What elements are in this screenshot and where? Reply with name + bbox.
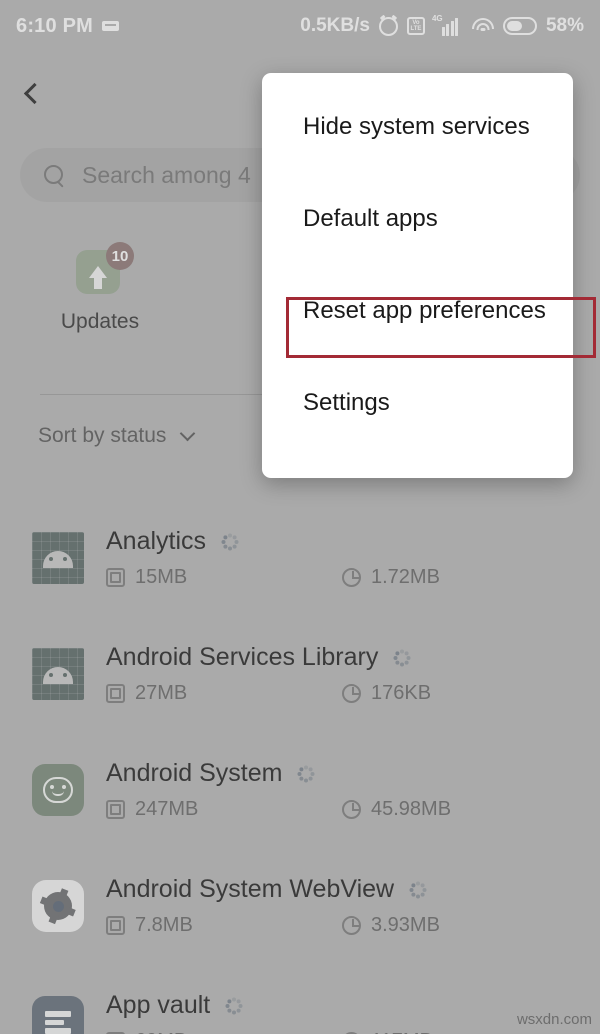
app-data-label: 117MB: [371, 1030, 433, 1034]
sort-label: Sort by status: [38, 424, 167, 447]
ram-chip-icon: [106, 568, 125, 587]
app-info: Android System WebView 7.8MB 3.93MB: [106, 875, 600, 937]
back-chevron-icon: [23, 82, 45, 104]
search-placeholder: Search among 4: [82, 161, 251, 188]
watermark: wsxdn.com: [516, 1011, 592, 1028]
app-icon-android-grid: [32, 648, 84, 700]
app-info: Analytics 15MB 1.72MB: [106, 527, 600, 589]
chevron-down-icon: [180, 425, 196, 442]
alarm-icon: [378, 16, 398, 36]
app-data-label: 176KB: [371, 682, 432, 704]
app-name-row: Android Services Library: [106, 643, 600, 672]
back-button[interactable]: [0, 62, 62, 124]
app-stats: 15MB 1.72MB: [106, 566, 600, 589]
app-data-stat: 176KB: [342, 682, 431, 705]
app-info: Android Services Library 27MB 176KB: [106, 643, 600, 705]
app-name: Android System WebView: [106, 875, 395, 903]
app-ram-stat: 27MB: [106, 682, 342, 705]
table-row[interactable]: Android System 247MB 45.98MB: [0, 732, 600, 848]
loading-spinner-icon: [224, 996, 243, 1015]
phone-screen: 6:10 PM 0.5KB/s Vo LTE 4G 58% Search amo…: [0, 0, 600, 1034]
table-row[interactable]: Analytics 15MB 1.72MB: [0, 500, 600, 616]
data-usage-icon: [342, 568, 361, 587]
app-ram-label: 69MB: [135, 1030, 187, 1034]
data-usage-icon: [342, 684, 361, 703]
status-bar-right: 0.5KB/s Vo LTE 4G 58%: [300, 13, 584, 37]
data-usage-icon: [342, 800, 361, 819]
status-clock: 6:10 PM: [16, 14, 93, 37]
app-stats: 27MB 176KB: [106, 682, 600, 705]
volte-icon: Vo LTE: [406, 17, 425, 35]
data-usage-icon: [342, 916, 361, 935]
volte-icon-bottom: LTE: [410, 26, 422, 32]
battery-icon: [502, 17, 537, 35]
app-icon-android-system: [32, 764, 84, 816]
status-bar-left: 6:10 PM: [16, 15, 119, 38]
network-speed-label: 0.5KB/s: [300, 15, 370, 36]
app-ram-label: 7.8MB: [135, 914, 193, 936]
updates-badge: 10: [106, 242, 134, 270]
gear-icon: [44, 892, 72, 920]
menu-item-reset-app-preferences[interactable]: Reset app preferences: [262, 265, 573, 357]
battery-percent-label: 58%: [545, 15, 584, 36]
app-name-row: Android System WebView: [106, 875, 600, 904]
status-bar: 6:10 PM 0.5KB/s Vo LTE 4G 58%: [0, 0, 600, 52]
overflow-menu: Hide system services Default apps Reset …: [262, 73, 573, 478]
app-icon-android-grid: [32, 532, 84, 584]
app-name: Android Services Library: [106, 643, 379, 671]
app-name-row: Android System: [106, 759, 600, 788]
menu-item-settings[interactable]: Settings: [262, 357, 573, 449]
app-list: Analytics 15MB 1.72MB Android Services L…: [0, 500, 600, 1034]
table-row[interactable]: App vault 69MB 117MB: [0, 964, 600, 1034]
app-name: App vault: [106, 991, 211, 1019]
quick-action-updates-label: Updates: [60, 310, 140, 333]
search-icon: [44, 165, 64, 185]
app-icon-webview-gear: [32, 880, 84, 932]
app-ram-label: 15MB: [135, 566, 188, 588]
app-ram-stat: 69MB: [106, 1030, 342, 1034]
app-info: Android System 247MB 45.98MB: [106, 759, 600, 821]
sort-selector[interactable]: Sort by status: [38, 424, 196, 448]
app-ram-stat: 247MB: [106, 798, 342, 821]
updates-icon-wrap: 10: [76, 242, 134, 298]
app-name: Android System: [106, 759, 283, 787]
app-name-row: Analytics: [106, 527, 600, 556]
app-data-label: 45.98MB: [371, 798, 452, 820]
app-data-label: 1.72MB: [371, 566, 440, 588]
menu-item-default-apps[interactable]: Default apps: [262, 173, 573, 265]
app-stats: 69MB 117MB: [106, 1030, 600, 1034]
message-icon: [102, 21, 119, 31]
app-icon-app-vault: [32, 996, 84, 1034]
app-ram-stat: 7.8MB: [106, 914, 342, 937]
network-type-label: 4G: [431, 13, 443, 23]
app-ram-label: 27MB: [135, 682, 188, 704]
app-data-label: 3.93MB: [371, 914, 440, 936]
app-data-stat: 3.93MB: [342, 914, 440, 937]
loading-spinner-icon: [392, 648, 411, 667]
ram-chip-icon: [106, 684, 125, 703]
app-data-stat: 117MB: [342, 1030, 433, 1034]
wifi-icon: [471, 17, 494, 35]
quick-action-updates[interactable]: 10 Updates: [0, 242, 200, 360]
app-stats: 7.8MB 3.93MB: [106, 914, 600, 937]
ram-chip-icon: [106, 916, 125, 935]
app-data-stat: 1.72MB: [342, 566, 440, 589]
table-row[interactable]: Android System WebView 7.8MB 3.93MB: [0, 848, 600, 964]
loading-spinner-icon: [220, 532, 239, 551]
loading-spinner-icon: [408, 880, 427, 899]
app-name: Analytics: [106, 527, 207, 555]
app-data-stat: 45.98MB: [342, 798, 451, 821]
loading-spinner-icon: [296, 764, 315, 783]
cellular-signal-icon: 4G: [431, 13, 463, 36]
app-ram-stat: 15MB: [106, 566, 342, 589]
app-stats: 247MB 45.98MB: [106, 798, 600, 821]
table-row[interactable]: Android Services Library 27MB 176KB: [0, 616, 600, 732]
app-ram-label: 247MB: [135, 798, 199, 820]
menu-item-hide-system-services[interactable]: Hide system services: [262, 81, 573, 173]
ram-chip-icon: [106, 800, 125, 819]
